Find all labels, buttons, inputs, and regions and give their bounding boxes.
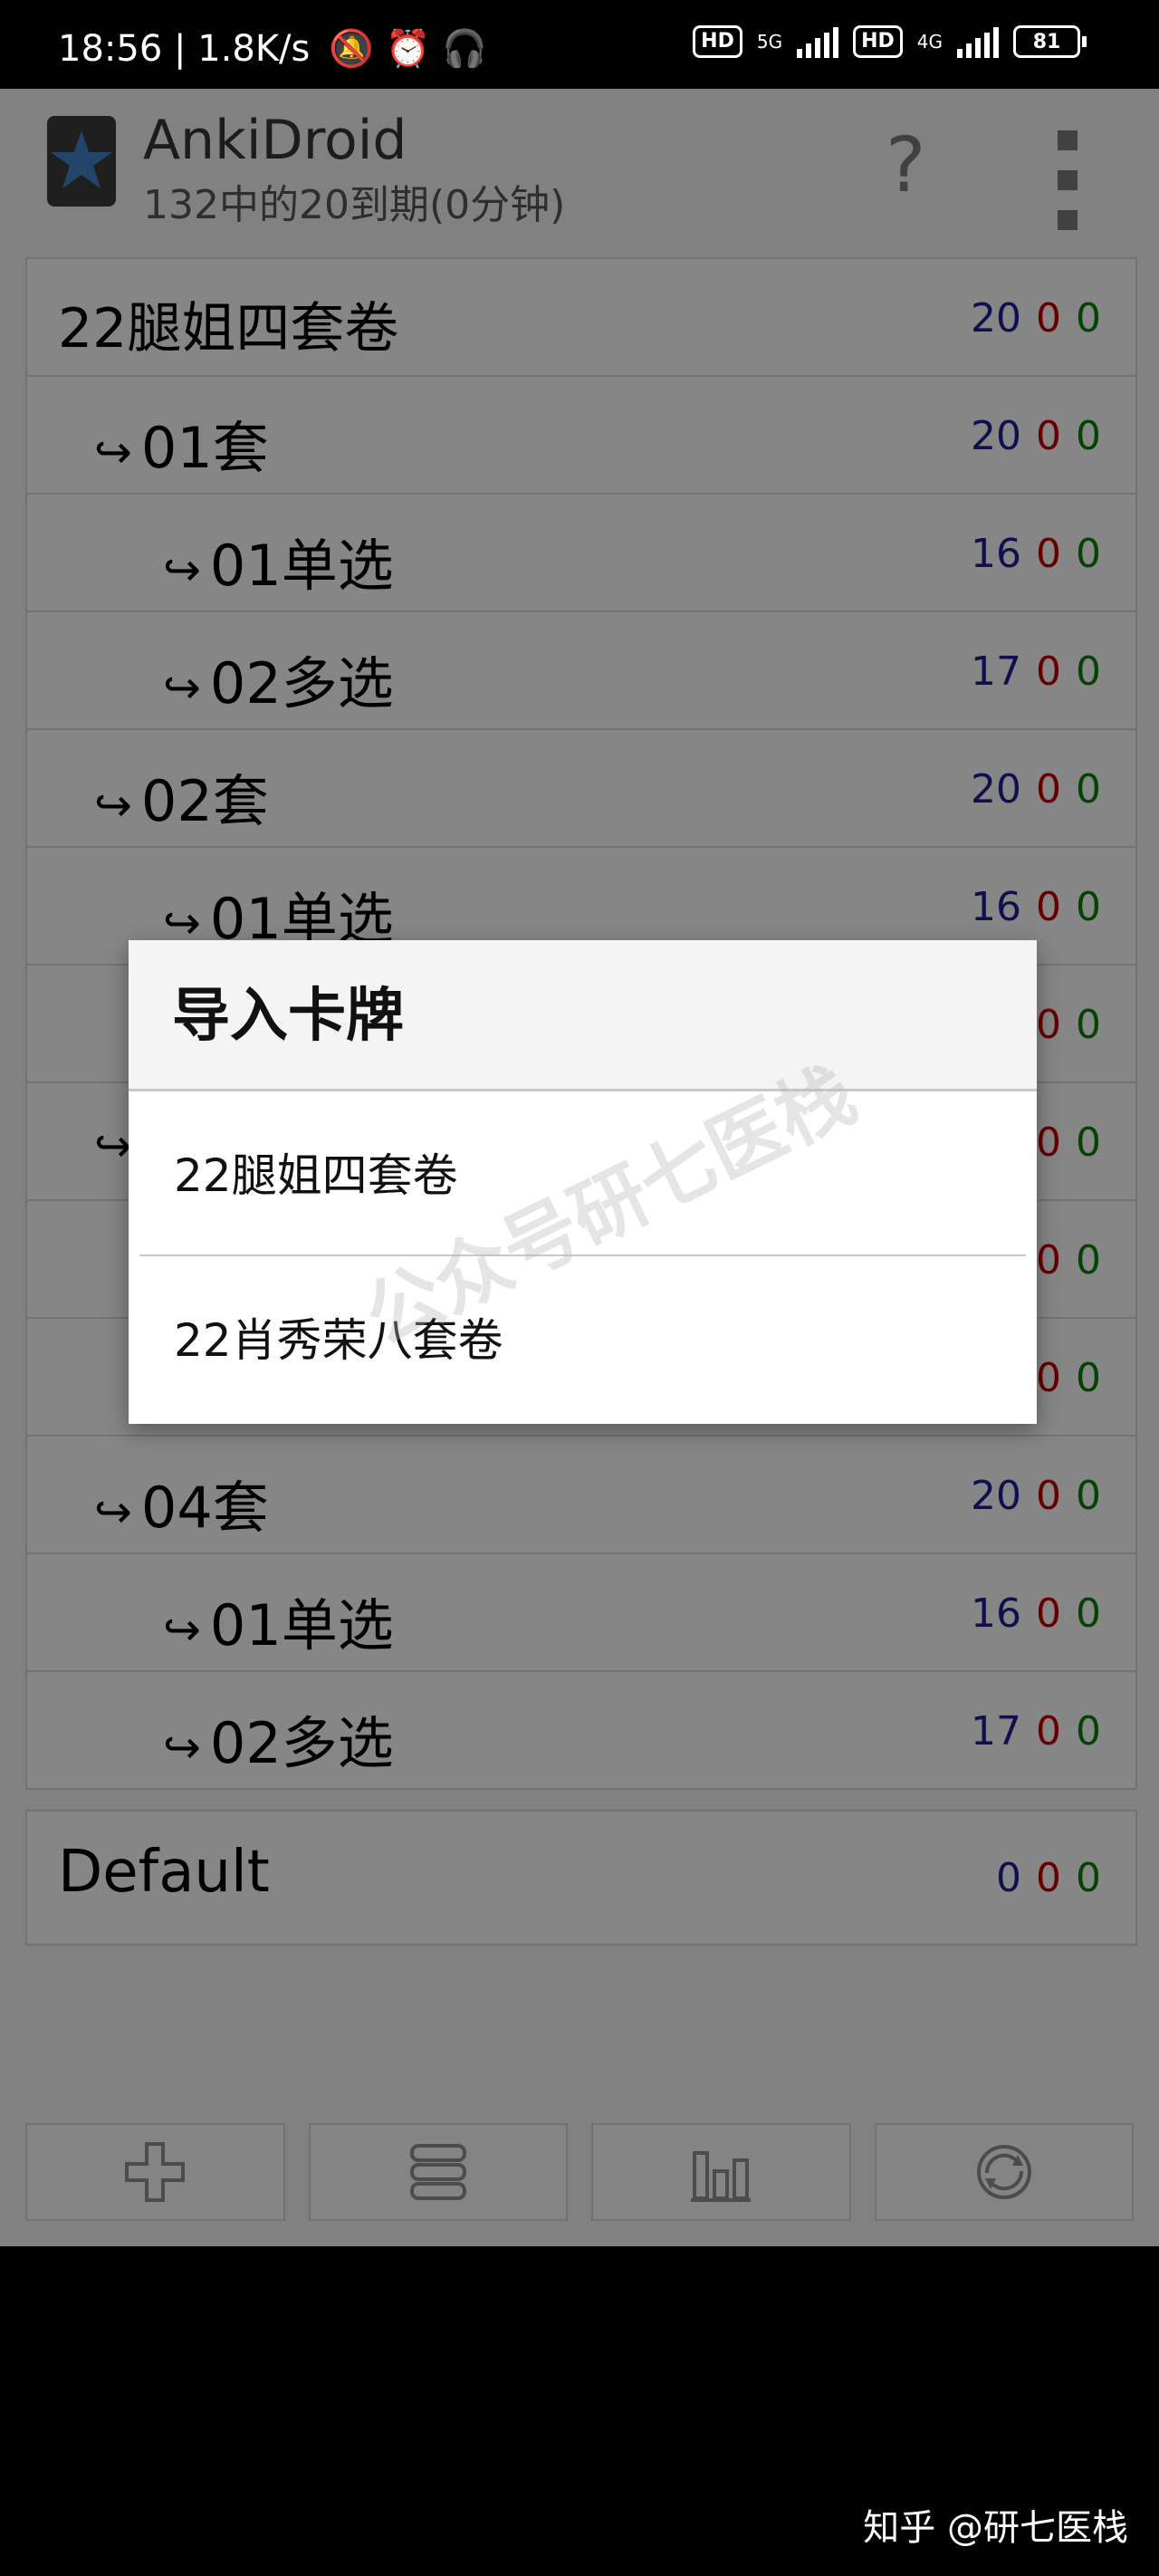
mute-icon: 🔕 xyxy=(329,28,374,70)
battery-icon: 81 xyxy=(1013,25,1087,58)
dialog-title: 导入卡牌 xyxy=(129,940,1037,1091)
signal-icon-2 xyxy=(957,25,999,58)
battery-level: 81 xyxy=(1013,25,1080,58)
dialog-item-deck-2[interactable]: 22肖秀荣八套卷 xyxy=(129,1256,1037,1421)
app-screen: 18:56 | 1.8K/s 🔕 ⏰ 🎧 HD 5G HD 4G 81 Anki… xyxy=(0,0,1159,2246)
hd-badge-2: HD xyxy=(853,25,903,58)
corner-watermark: 知乎 @研七医栈 xyxy=(863,2507,1128,2549)
signal-icon xyxy=(797,25,839,58)
headphones-icon: 🎧 xyxy=(442,28,487,70)
network-5g-label: 5G xyxy=(756,31,783,53)
alarm-icon: ⏰ xyxy=(385,28,431,70)
status-time: 18:56 xyxy=(58,28,163,70)
hd-badge: HD xyxy=(693,25,742,58)
status-bar: 18:56 | 1.8K/s 🔕 ⏰ 🎧 HD 5G HD 4G 81 xyxy=(0,0,1159,89)
status-speed: 1.8K/s xyxy=(197,28,311,70)
network-4g-label: 4G xyxy=(916,31,943,53)
